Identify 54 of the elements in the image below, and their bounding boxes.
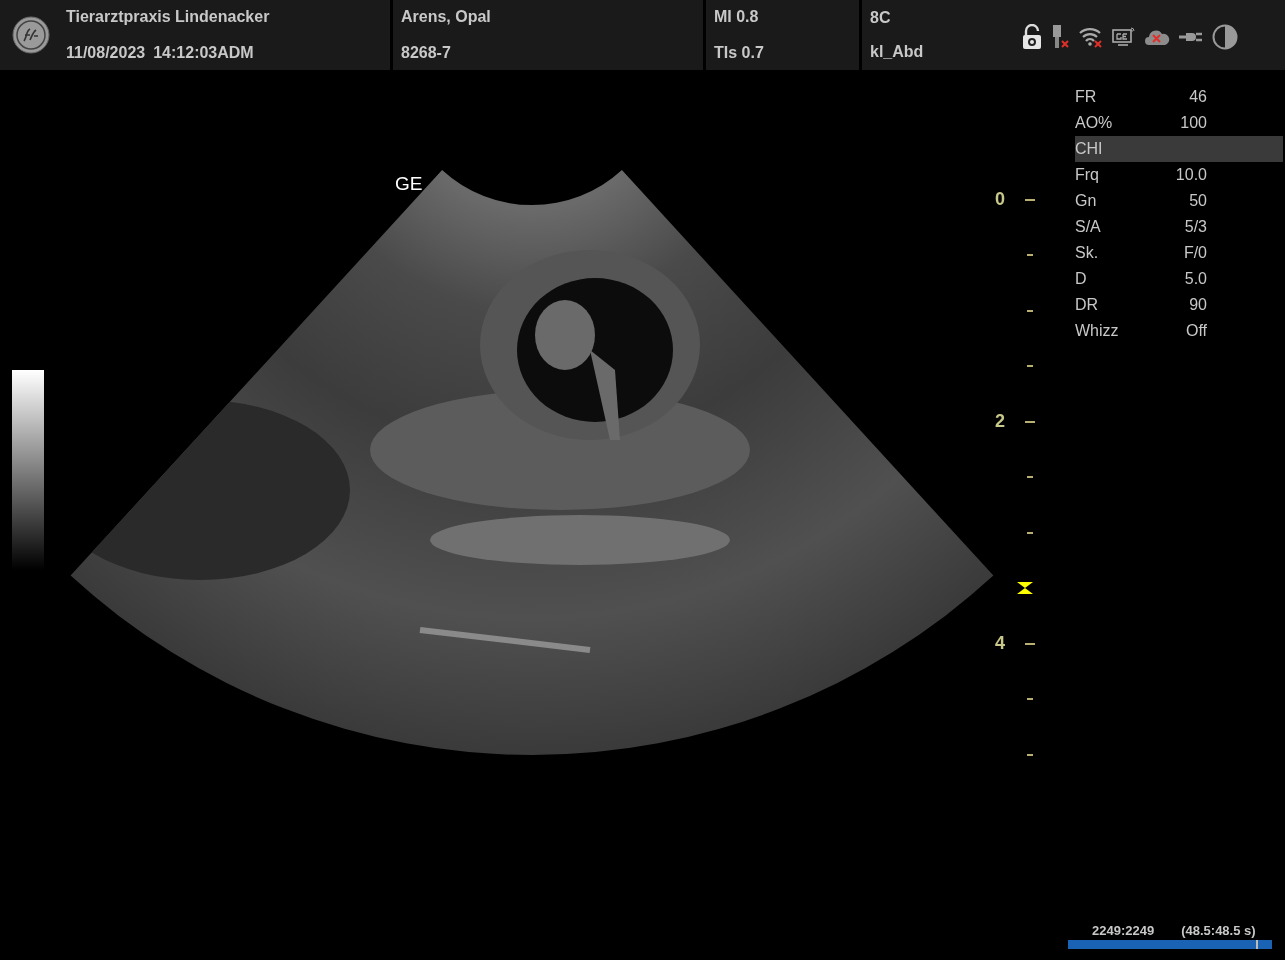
parameter-value: 46 [1189, 87, 1207, 107]
cloud-icon[interactable] [1144, 28, 1170, 46]
time-counter: (48.5:48.5 s) [1181, 921, 1256, 940]
parameter-value: 5.0 [1184, 269, 1207, 289]
power-plug-icon[interactable] [1178, 30, 1204, 44]
contrast-icon[interactable] [1212, 24, 1238, 50]
parameter-label: D [1075, 269, 1087, 289]
parameter-label: Whizz [1075, 321, 1119, 341]
time-text: 14:12:03 [153, 43, 218, 63]
network-plug-icon[interactable] [1050, 24, 1070, 50]
parameter-label: DR [1075, 295, 1099, 315]
parameter-label: Gn [1075, 191, 1097, 211]
parameter-value: 5/3 [1184, 217, 1207, 237]
depth-tick [1027, 753, 1033, 756]
parameter-value: 10.0 [1175, 165, 1207, 185]
monitor-icon[interactable] [1112, 27, 1136, 47]
parameter-label: CHI [1075, 139, 1103, 159]
parameter-value: F/0 [1183, 243, 1207, 263]
depth-label: 0 [994, 188, 1006, 212]
wifi-icon[interactable] [1078, 25, 1104, 49]
parameter-value: 100 [1180, 113, 1207, 133]
depth-tick [1027, 476, 1033, 479]
thermal-index: TIs 0.7 [714, 43, 765, 63]
parameter-label: S/A [1075, 217, 1101, 237]
depth-tick [1027, 254, 1033, 257]
depth-tick [1025, 198, 1035, 201]
date-text: 11/08/2023 [66, 43, 146, 63]
depth-label: 2 [994, 410, 1006, 434]
parameter-label: FR [1075, 87, 1097, 107]
probe-mark-label: GE [395, 174, 423, 194]
operator-text: ADM [217, 43, 254, 63]
probe-name: 8C [870, 8, 892, 28]
depth-tick [1027, 531, 1033, 534]
parameter-label: Sk. [1075, 243, 1099, 263]
depth-tick [1025, 420, 1035, 423]
preset-name: kl_Abd [870, 42, 925, 62]
depth-tick [1025, 642, 1035, 645]
focus-marker-icon[interactable] [1016, 581, 1034, 596]
parameter-label: AO% [1075, 113, 1113, 133]
depth-tick [1027, 698, 1033, 701]
frame-counter: 2249:2249 [1092, 921, 1155, 940]
parameter-label: Frq [1075, 165, 1099, 185]
logo-icon [12, 16, 50, 54]
unlocked-padlock-icon[interactable] [1022, 24, 1042, 50]
mechanical-index: MI 0.8 [714, 7, 760, 27]
clinic-name: Tierarztpraxis Lindenacker [66, 7, 270, 27]
depth-tick [1027, 365, 1033, 368]
depth-label: 4 [994, 632, 1006, 656]
parameter-value: Off [1185, 321, 1207, 341]
parameter-value: 50 [1189, 191, 1207, 211]
patient-name: Arens, Opal [401, 7, 492, 27]
depth-tick [1027, 309, 1033, 312]
patient-id: 8268-7 [401, 43, 452, 63]
parameter-value: 90 [1189, 295, 1207, 315]
